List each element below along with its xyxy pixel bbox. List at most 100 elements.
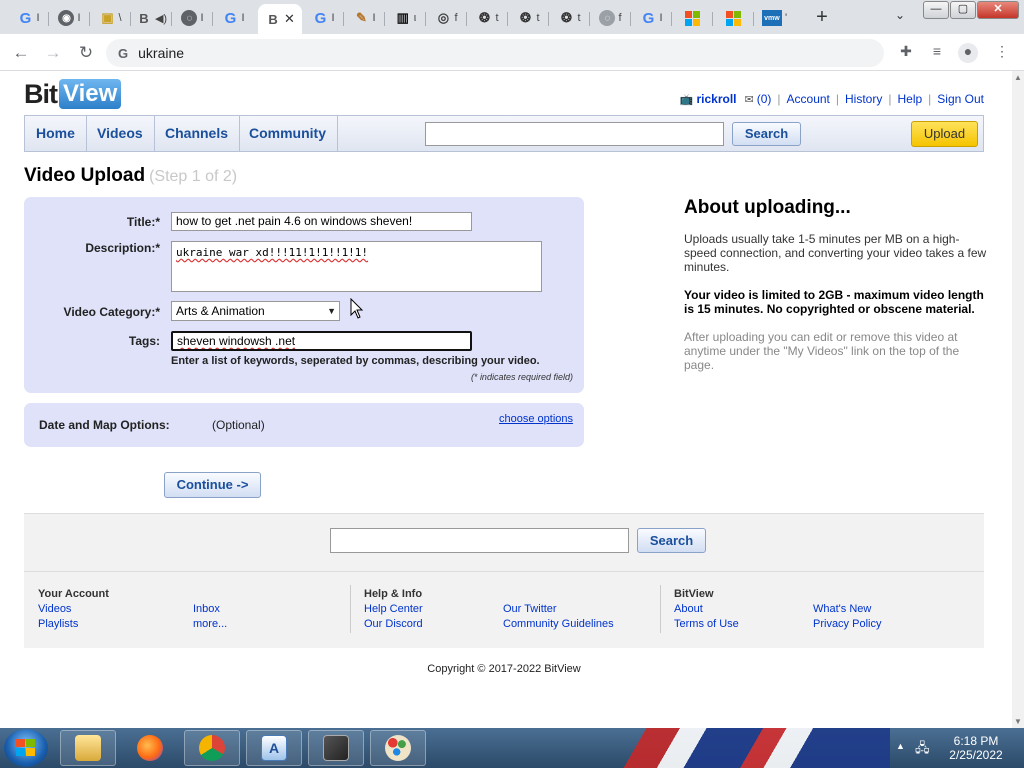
maximize-button[interactable]: ▢ [950,1,976,19]
footer-search-input[interactable] [330,528,629,553]
close-window-button[interactable]: ✕ [977,1,1019,19]
bitview-logo[interactable]: Bit View [24,79,122,109]
footer-link-discord[interactable]: Our Discord [364,618,423,630]
account-link[interactable]: Account [787,92,830,106]
show-hidden-icons-arrow-icon[interactable]: ▲ [896,741,905,751]
title-label: Title:* [126,215,160,229]
bitview-b-icon: B [139,10,149,26]
extensions-puzzle-icon[interactable]: ✚ [896,43,916,63]
taskbar-firefox[interactable] [122,730,178,766]
browser-tab[interactable]: ◎ f [426,4,467,32]
username-link[interactable]: rickroll [696,92,736,106]
tab-title: f [454,12,458,24]
browser-tab[interactable]: vmw ' [754,4,795,32]
wordpad-icon: A [261,735,287,761]
browser-tab[interactable]: ◌ f [590,4,631,32]
date-map-options-box: Date and Map Options: (Optional) choose … [24,403,584,447]
browser-tab[interactable] [713,4,754,32]
address-bar[interactable]: G ukraine [106,39,884,67]
browser-tab[interactable]: GΙ [8,4,49,32]
about-paragraph-edit: After uploading you can edit or remove t… [684,330,960,372]
clock[interactable]: 6:18 PM 2/25/2022 [941,734,1011,762]
taskbar-wordpad[interactable]: A [246,730,302,766]
profile-avatar-icon[interactable]: ● [958,43,978,63]
folder-icon: ▣ [101,10,114,25]
inbox-envelope-icon[interactable]: ✉ [745,93,754,106]
footer-search-button[interactable]: Search [637,528,706,553]
footer-link-more[interactable]: more... [193,618,227,630]
footer-link-inbox[interactable]: Inbox [193,603,220,615]
browser-tab[interactable]: GΙ [303,4,344,32]
help-link[interactable]: Help [897,92,922,106]
header-search-button[interactable]: Search [732,122,801,146]
category-select[interactable]: Arts & Animation ▼ [171,301,340,321]
header-search-input[interactable] [425,122,724,146]
category-label: Video Category:* [63,305,160,319]
sign-out-link[interactable]: Sign Out [937,92,984,106]
taskbar-file-explorer[interactable] [60,730,116,766]
footer-link-whats-new[interactable]: What's New [813,603,871,615]
browser-tab[interactable]: ✎ Ι [344,4,385,32]
browser-tab[interactable]: GΙ [631,4,672,32]
inbox-count-link[interactable]: (0) [757,92,772,106]
chrome-icon: ◎ [437,10,450,25]
tab-search-chevron-icon[interactable]: ⌄ [890,8,910,28]
footer-link-guidelines[interactable]: Community Guidelines [503,618,614,630]
footer-link-twitter[interactable]: Our Twitter [503,603,557,615]
tab-title: Ι [36,12,40,24]
footer-link-privacy[interactable]: Privacy Policy [813,618,881,630]
back-icon[interactable]: ← [8,40,34,66]
taskbar-paint[interactable] [370,730,426,766]
nav-tab-home[interactable]: Home [25,116,87,151]
browser-tab[interactable]: ▣ \ [90,4,131,32]
title-input[interactable]: how to get .net pain 4.6 on windows shev… [171,212,472,231]
audio-playing-icon[interactable]: ◀) [155,12,167,25]
browser-tab[interactable]: ◉ Ι [49,4,90,32]
tab-title: Ι [331,12,335,24]
tags-input[interactable]: sheven windowsh .net [171,331,472,351]
footer-heading-help-info: Help & Info [364,588,423,600]
browser-tab[interactable]: B ◀) [131,4,172,32]
choose-options-link[interactable]: choose options [499,413,573,425]
footer-link-help-center[interactable]: Help Center [364,603,423,615]
browser-tab[interactable]: ❂ t [508,4,549,32]
footer-link-about[interactable]: About [674,603,703,615]
nav-tab-videos[interactable]: Videos [86,116,155,151]
scroll-down-arrow-icon[interactable]: ▼ [1014,717,1022,726]
footer-link-terms[interactable]: Terms of Use [674,618,739,630]
browser-tab[interactable]: GΙ [213,4,254,32]
nav-tab-channels[interactable]: Channels [154,116,241,151]
new-tab-button[interactable]: + [810,6,834,30]
taskbar-game[interactable] [308,730,364,766]
start-button[interactable] [4,729,48,767]
browser-tab[interactable]: ▥ ι [385,4,426,32]
description-text: ukraine war xd!!!11!1!1!!1!1! [176,246,369,259]
nav-tab-community[interactable]: Community [238,116,338,151]
description-textarea[interactable]: ukraine war xd!!!11!1!1!!1!1! [171,241,542,292]
scroll-up-arrow-icon[interactable]: ▲ [1014,73,1022,82]
menu-kebab-icon[interactable]: ⋮ [992,43,1012,63]
taskbar-chrome[interactable] [184,730,240,766]
minimize-button[interactable]: — [923,1,949,19]
history-link[interactable]: History [845,92,882,106]
close-tab-icon[interactable]: ✕ [284,11,295,27]
upload-button[interactable]: Upload [911,121,978,147]
browser-tab[interactable]: ◌ Ι [172,4,213,32]
page-scrollbar[interactable]: ▲ ▼ [1012,71,1024,728]
reload-icon[interactable]: ↻ [73,40,99,66]
browser-tab[interactable] [672,4,713,32]
bitview-b-icon: B [268,11,278,27]
network-icon[interactable]: 🖧 [915,739,930,761]
address-text[interactable]: ukraine [138,45,184,61]
browser-tab[interactable]: ❂ t [549,4,590,32]
browser-tab-active[interactable]: B ✕ [258,4,302,34]
footer-link-playlists[interactable]: Playlists [38,618,78,630]
footer-column-divider [660,585,661,633]
optional-label: (Optional) [212,418,265,432]
footer-link-videos[interactable]: Videos [38,603,71,615]
tab-title: f [618,12,622,24]
reading-list-icon[interactable]: ≡ [927,43,947,63]
forward-icon[interactable]: → [40,40,66,66]
browser-tab[interactable]: ❂ t [467,4,508,32]
continue-button[interactable]: Continue -> [164,472,261,498]
